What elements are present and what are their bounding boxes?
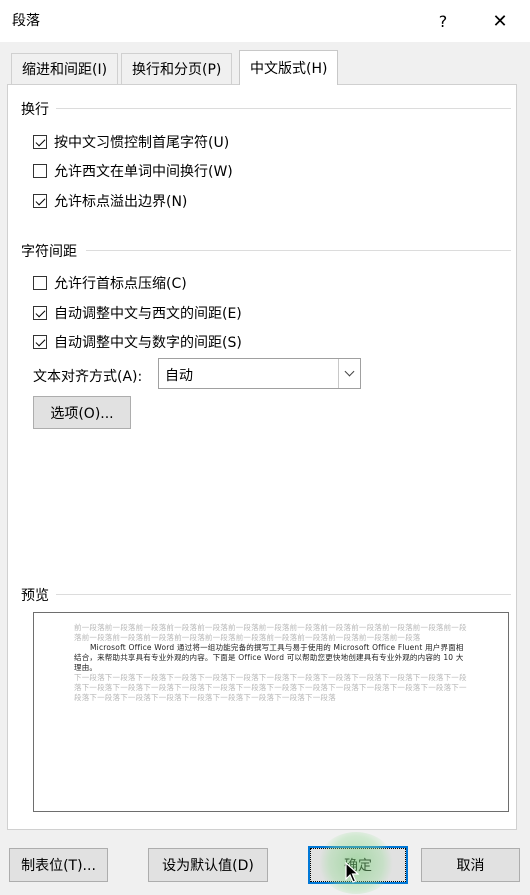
options-button[interactable]: 选项(O)... <box>33 396 131 429</box>
tabs-button[interactable]: 制表位(T)... <box>9 848 108 882</box>
help-icon: ? <box>438 11 448 31</box>
text-alignment-select[interactable]: 自动 <box>158 358 361 389</box>
checkbox-space-asian-numbers[interactable]: 自动调整中文与数字的间距(S) <box>33 332 242 352</box>
checkbox-box[interactable] <box>33 276 47 290</box>
title-bar: 段落 ? ✕ <box>0 0 530 42</box>
char-spacing-heading: 字符间距 <box>21 244 77 260</box>
preview-next-paragraph: 下一段落下一段落下一段落下一段落下一段落下一段落下一段落下一段落下一段落下一段落… <box>74 673 467 702</box>
checkbox-box[interactable] <box>33 335 47 349</box>
preview-sample-paragraph: Microsoft Office Word 通过将一组功能完备的撰写工具与易于使… <box>74 643 464 672</box>
checkbox-compress-punctuation[interactable]: 允许行首标点压缩(C) <box>33 273 187 293</box>
cancel-button[interactable]: 取消 <box>421 848 520 882</box>
checkbox-box[interactable] <box>33 306 47 320</box>
chevron-down-icon <box>344 366 355 377</box>
preview-box: 前一段落前一段落前一段落前一段落前一段落前一段落前一段落前一段落前一段落前一段落… <box>33 612 509 812</box>
char-spacing-divider <box>86 250 511 251</box>
ok-button[interactable]: 确定 <box>308 846 408 884</box>
preview-previous-paragraph: 前一段落前一段落前一段落前一段落前一段落前一段落前一段落前一段落前一段落前一段落… <box>74 623 467 642</box>
line-break-heading: 换行 <box>21 102 49 118</box>
tab-line-page-breaks[interactable]: 换行和分页(P) <box>121 53 233 84</box>
checkbox-box[interactable] <box>33 135 47 149</box>
close-button[interactable]: ✕ <box>480 6 520 36</box>
checkbox-control-first-last-chars[interactable]: 按中文习惯控制首尾字符(U) <box>33 132 229 152</box>
text-alignment-label: 文本对齐方式(A): <box>33 369 143 385</box>
preview-divider <box>56 594 511 595</box>
checkbox-hanging-punctuation[interactable]: 允许标点溢出边界(N) <box>33 191 187 211</box>
checkbox-box[interactable] <box>33 194 47 208</box>
line-break-divider <box>56 108 511 109</box>
help-button[interactable]: ? <box>425 6 461 36</box>
close-icon: ✕ <box>492 10 508 32</box>
dropdown-button[interactable] <box>338 359 360 388</box>
tab-asian-typography[interactable]: 中文版式(H) <box>239 50 339 85</box>
tab-indent-spacing[interactable]: 缩进和间距(I) <box>11 53 119 84</box>
set-default-button[interactable]: 设为默认值(D) <box>148 848 268 882</box>
checkbox-box[interactable] <box>33 164 47 178</box>
dialog-title: 段落 <box>12 13 40 29</box>
checkbox-latin-word-wrap[interactable]: 允许西文在单词中间换行(W) <box>33 161 233 181</box>
preview-heading: 预览 <box>21 588 49 604</box>
text-alignment-value: 自动 <box>165 368 193 384</box>
checkbox-space-asian-latin[interactable]: 自动调整中文与西文的间距(E) <box>33 303 242 323</box>
